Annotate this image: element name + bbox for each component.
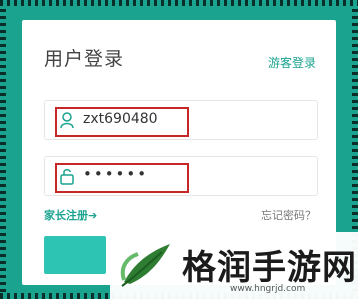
username-field[interactable]: zxt690480	[44, 100, 318, 140]
guest-login-link[interactable]: 游客登录	[268, 54, 316, 71]
forgot-password-link[interactable]: 忘记密码？	[261, 207, 316, 223]
watermark-banner: 格润手游网 www.hngrjd.com	[110, 232, 358, 299]
login-button[interactable]	[44, 236, 106, 274]
parent-register-link[interactable]: 家长注册➔	[44, 207, 97, 223]
watermark-site: www.hngrjd.com	[230, 284, 306, 294]
password-field[interactable]: ••••••	[44, 156, 318, 196]
highlight-box	[55, 107, 189, 137]
highlight-box	[55, 163, 189, 193]
watermark-brand: 格润手游网	[182, 248, 357, 288]
leaf-logo-icon	[120, 244, 170, 287]
page-title: 用户登录	[44, 48, 125, 70]
